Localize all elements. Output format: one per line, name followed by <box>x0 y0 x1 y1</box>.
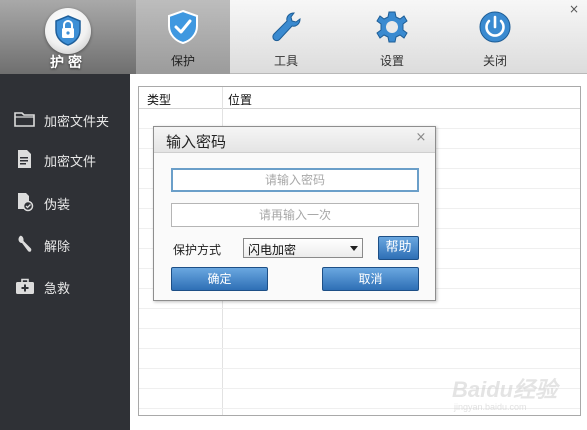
disguise-icon <box>18 193 34 212</box>
dropdown-arrow-icon <box>350 246 358 251</box>
dialog-titlebar[interactable]: 输入密码 × <box>154 127 435 153</box>
sidebar-item-release[interactable]: 解除 <box>0 227 130 261</box>
protection-mode-value: 闪电加密 <box>248 243 297 257</box>
dialog-title: 输入密码 <box>166 133 227 151</box>
power-icon <box>479 11 511 43</box>
baidu-watermark: Baidu经验 jingyan.baidu.com <box>452 372 582 422</box>
folder-icon <box>14 112 35 127</box>
help-button[interactable]: 帮助 <box>378 236 419 260</box>
column-header-type[interactable]: 类型 <box>147 91 171 108</box>
sidebar-item-label: 急救 <box>44 282 71 297</box>
password-dialog: 输入密码 × 保护方式 闪电加密 帮助 确定 取消 <box>153 126 436 301</box>
protection-mode-label: 保护方式 <box>173 243 222 257</box>
app-logo-tab[interactable]: 护密 <box>0 0 136 74</box>
row-gridline <box>139 328 580 329</box>
tab-protect[interactable]: 保护 <box>136 0 230 74</box>
unlock-icon <box>18 235 32 252</box>
column-header-location[interactable]: 位置 <box>228 91 252 108</box>
tab-settings-label: 设置 <box>379 54 404 68</box>
sidebar-item-label: 解除 <box>44 240 71 255</box>
sidebar-item-encrypt-folder[interactable]: 加密文件夹 <box>0 102 130 136</box>
ok-button[interactable]: 确定 <box>171 267 268 291</box>
wrench-icon <box>272 12 301 42</box>
row-gridline <box>139 348 580 349</box>
sidebar-item-label: 伪装 <box>44 198 71 213</box>
file-icon <box>18 150 31 168</box>
app-logo-label: 护密 <box>50 55 86 71</box>
lock-shield-logo-icon <box>45 8 91 54</box>
sidebar-item-rescue[interactable]: 急救 <box>0 269 130 303</box>
sidebar-item-label: 加密文件夹 <box>44 115 110 130</box>
tab-protect-label: 保护 <box>170 54 195 68</box>
list-header: 类型 位置 <box>139 87 580 109</box>
sidebar-item-encrypt-file[interactable]: 加密文件 <box>0 142 130 176</box>
cancel-button[interactable]: 取消 <box>322 267 419 291</box>
tab-close[interactable]: 关闭 <box>448 0 542 74</box>
row-gridline <box>139 368 580 369</box>
sidebar-item-disguise[interactable]: 伪装 <box>0 185 130 219</box>
tab-close-label: 关闭 <box>482 54 507 68</box>
dialog-close-icon[interactable]: × <box>415 131 427 144</box>
first-aid-kit-icon <box>16 278 34 294</box>
watermark-main-text: Baidu经验 <box>452 377 558 402</box>
tab-tools[interactable]: 工具 <box>239 0 333 74</box>
watermark-url-text: jingyan.baidu.com <box>454 402 527 412</box>
gear-icon <box>376 11 408 43</box>
top-toolbar: 护密 保护 工具 设置 关闭 × <box>0 0 587 74</box>
tab-tools-label: 工具 <box>273 54 298 68</box>
protection-mode-select[interactable]: 闪电加密 <box>243 238 363 258</box>
sidebar-item-label: 加密文件 <box>44 155 97 170</box>
row-gridline <box>139 308 580 309</box>
window-close-icon[interactable]: × <box>567 2 581 16</box>
sidebar: 加密文件夹 加密文件 伪装 解除 急救 <box>0 74 130 430</box>
shield-check-icon <box>168 9 198 45</box>
tab-settings[interactable]: 设置 <box>345 0 439 74</box>
password-input[interactable] <box>171 168 419 192</box>
confirm-password-input[interactable] <box>171 203 419 227</box>
